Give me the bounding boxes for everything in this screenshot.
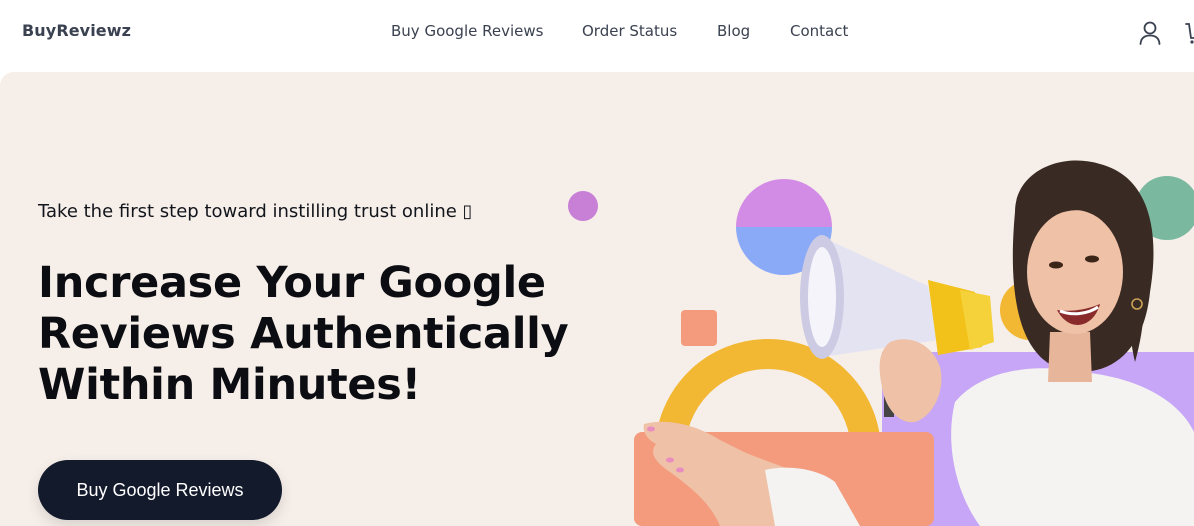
nav-link-order-status[interactable]: Order Status xyxy=(582,22,677,40)
headline-line-2: Reviews Authentically xyxy=(38,309,569,359)
site-header: BuyReviewz Buy Google Reviews Order Stat… xyxy=(0,0,1194,72)
hero-headline: Increase Your Google Reviews Authentical… xyxy=(38,258,598,411)
cart-button[interactable] xyxy=(1184,20,1194,46)
cart-icon xyxy=(1185,23,1194,44)
hero-eyebrow: Take the first step toward instilling tr… xyxy=(38,201,473,222)
nav-link-buy-google-reviews[interactable]: Buy Google Reviews xyxy=(391,22,543,40)
user-icon xyxy=(1139,21,1161,45)
hero-illustration xyxy=(568,160,1194,526)
nav-link-contact[interactable]: Contact xyxy=(790,22,848,40)
buy-google-reviews-button[interactable]: Buy Google Reviews xyxy=(38,460,282,520)
headline-line-3: Within Minutes! xyxy=(38,360,421,410)
orange-square-shape xyxy=(681,310,717,346)
nav-link-blog[interactable]: Blog xyxy=(717,22,750,40)
headline-line-1: Increase Your Google xyxy=(38,258,546,308)
hero-section: Take the first step toward instilling tr… xyxy=(0,72,1194,526)
main-nav: Buy Google Reviews Order Status Blog Con… xyxy=(0,22,1194,44)
account-button[interactable] xyxy=(1138,20,1162,46)
purple-dot-shape xyxy=(568,191,598,221)
